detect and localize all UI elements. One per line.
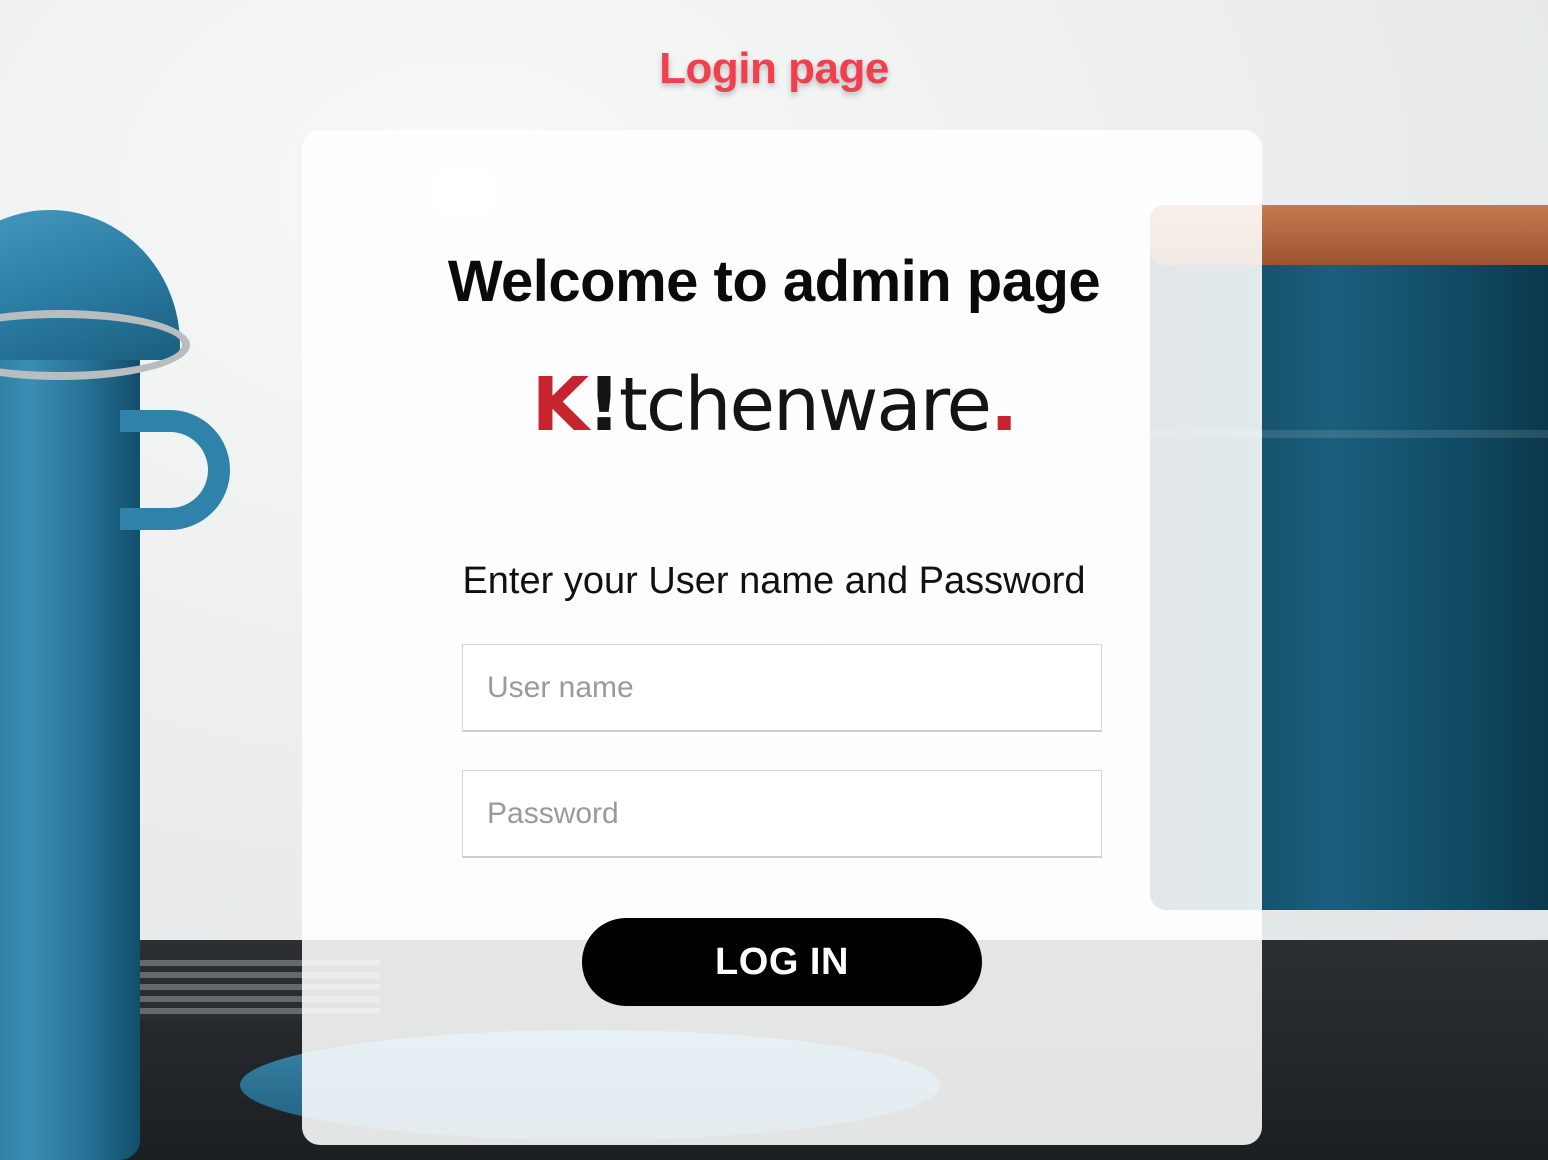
logo-wordmark: tchenware — [618, 362, 992, 448]
username-input[interactable] — [462, 644, 1102, 732]
login-instructions: Enter your User name and Password — [462, 560, 1086, 602]
welcome-heading: Welcome to admin page — [447, 249, 1101, 314]
logo-dot: . — [990, 362, 1018, 448]
logo-exclamation: ! — [587, 362, 621, 448]
background-blue-pot — [0, 330, 140, 1160]
page-title: Login page — [659, 44, 889, 93]
login-page: Login page Welcome to admin page K!tchen… — [0, 0, 1548, 1160]
logo-k: K — [531, 362, 589, 448]
password-input[interactable] — [462, 770, 1102, 858]
kitchenware-logo: K!tchenware. — [0, 362, 1548, 448]
login-button[interactable]: LOG IN — [582, 918, 982, 1006]
